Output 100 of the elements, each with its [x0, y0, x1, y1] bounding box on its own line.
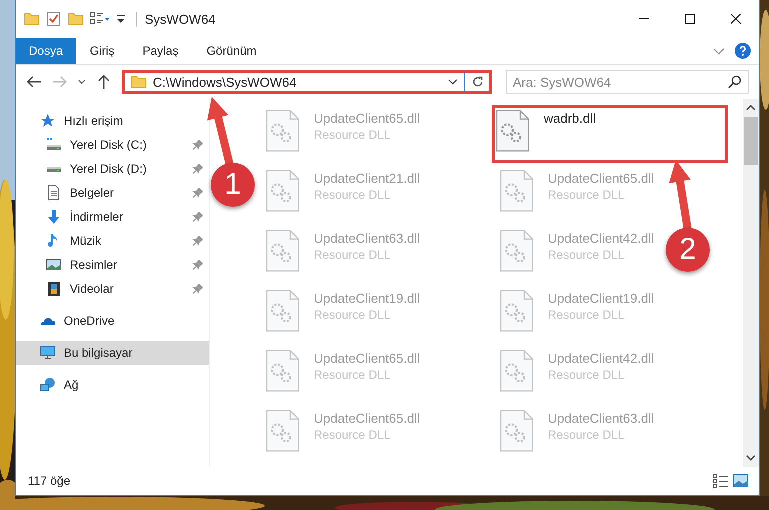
sidebar-item[interactable]: Bu bilgisayar — [16, 341, 209, 365]
large-icons-view-icon[interactable] — [733, 473, 749, 489]
file-type: Resource DLL — [548, 188, 626, 202]
sidebar-label: Bu bilgisayar — [64, 346, 133, 360]
ribbon-tab[interactable]: Giriş — [76, 38, 129, 64]
scroll-up-icon[interactable] — [746, 103, 756, 113]
dll-file-icon — [266, 349, 300, 393]
file-type: Resource DLL — [314, 308, 392, 322]
item-count: 117 öğe — [28, 474, 70, 488]
address-bar[interactable]: C:\Windows\SysWOW64 — [122, 70, 492, 94]
sidebar-label: Resimler — [70, 258, 118, 272]
sidebar-label: Ağ — [64, 378, 79, 392]
file-type: Resource DLL — [548, 428, 626, 442]
view-options-icon — [90, 11, 110, 27]
search-icon[interactable] — [728, 75, 742, 89]
dll-file-icon — [500, 169, 534, 213]
properties-icon — [46, 11, 62, 27]
sidebar-item[interactable]: Müzik — [16, 229, 209, 253]
file-type: Resource DLL — [314, 428, 392, 442]
network-icon — [40, 377, 56, 393]
file-type: Resource DLL — [314, 128, 392, 142]
folder-icon — [131, 74, 147, 90]
download-arrow-icon — [46, 209, 62, 225]
back-arrow-icon[interactable] — [26, 74, 42, 90]
sidebar-item[interactable]: Yerel Disk (C:) — [16, 133, 209, 157]
landscape-image-icon — [46, 257, 62, 273]
file-name: UpdateClient63.dll — [314, 231, 420, 246]
dropdown-chevron-icon[interactable] — [448, 77, 458, 87]
maximize-icon — [685, 14, 695, 24]
document-icon — [46, 185, 62, 201]
sidebar-item[interactable]: Hızlı erişim — [16, 109, 209, 133]
file-name: UpdateClient19.dll — [548, 291, 654, 306]
step-badge: 1 — [211, 163, 255, 207]
dll-file-icon — [266, 229, 300, 273]
ribbon-tab[interactable]: Görünüm — [192, 38, 271, 64]
file-type: Resource DLL — [548, 248, 626, 262]
file-name: wadrb.dll — [544, 111, 596, 126]
ribbon-tab[interactable]: Paylaş — [128, 38, 193, 64]
file-item[interactable]: wadrb.dll — [492, 105, 728, 163]
star-icon — [40, 113, 56, 129]
film-strip-icon — [46, 281, 62, 297]
dll-file-icon — [500, 229, 534, 273]
dll-file-icon — [500, 289, 534, 333]
file-name: UpdateClient42.dll — [548, 231, 654, 246]
file-name: UpdateClient65.dll — [314, 411, 420, 426]
dll-file-icon — [266, 289, 300, 333]
sidebar-item[interactable]: İndirmeler — [16, 205, 209, 229]
file-name: UpdateClient19.dll — [314, 291, 420, 306]
minimize-icon — [639, 18, 649, 20]
sidebar-item[interactable]: Ağ — [16, 373, 209, 397]
vertical-scrollbar[interactable] — [743, 99, 759, 467]
file-type: Resource DLL — [548, 308, 626, 322]
sidebar-label: OneDrive — [64, 314, 115, 328]
dll-file-icon — [500, 409, 534, 453]
sidebar-item[interactable]: OneDrive — [16, 309, 209, 333]
sidebar-item[interactable]: Videolar — [16, 277, 209, 301]
sidebar-label: Belgeler — [70, 186, 114, 200]
sidebar-item[interactable]: Yerel Disk (D:) — [16, 157, 209, 181]
file-type: Resource DLL — [314, 248, 392, 262]
dll-file-icon — [266, 169, 300, 213]
file-name: UpdateClient21.dll — [314, 171, 420, 186]
ribbon-tab[interactable]: Dosya — [16, 38, 76, 64]
arrow — [669, 160, 692, 231]
details-view-icon[interactable] — [713, 473, 729, 489]
drive-icon — [46, 166, 62, 172]
file-name: UpdateClient42.dll — [548, 351, 654, 366]
close-icon — [731, 14, 741, 24]
monitor-icon — [40, 345, 56, 361]
sidebar-label: Hızlı erişim — [64, 114, 124, 128]
address-path: C:\Windows\SysWOW64 — [153, 74, 298, 90]
scroll-down-icon[interactable] — [746, 453, 756, 463]
file-name: UpdateClient65.dll — [314, 351, 420, 366]
drive-icon — [46, 137, 62, 153]
sidebar-label: Yerel Disk (C:) — [70, 138, 147, 152]
sidebar-label: Videolar — [70, 282, 114, 296]
file-type: Resource DLL — [314, 188, 392, 202]
help-icon[interactable] — [735, 43, 751, 59]
sidebar-label: Müzik — [70, 234, 102, 248]
file-name: UpdateClient65.dll — [314, 111, 420, 126]
file-name: UpdateClient65.dll — [548, 171, 654, 186]
sidebar-label: İndirmeler — [70, 210, 124, 224]
recent-dropdown-icon[interactable] — [78, 78, 86, 86]
step-badge: 2 — [666, 228, 710, 272]
dll-file-icon — [496, 109, 530, 153]
refresh-icon[interactable] — [471, 75, 485, 89]
file-type: Resource DLL — [548, 368, 626, 382]
scrollbar-thumb[interactable] — [744, 117, 758, 165]
window-title: SysWOW64 — [136, 12, 216, 26]
sidebar-item[interactable]: Resimler — [16, 253, 209, 277]
arrow — [207, 97, 234, 166]
sidebar-label: Yerel Disk (D:) — [70, 162, 147, 176]
up-arrow-icon[interactable] — [96, 74, 112, 90]
dll-file-icon — [500, 349, 534, 393]
customize-dropdown-icon — [116, 14, 126, 24]
file-type: Resource DLL — [314, 368, 392, 382]
new-folder-icon — [68, 11, 84, 27]
sidebar-item[interactable]: Belgeler — [16, 181, 209, 205]
file-name: UpdateClient63.dll — [548, 411, 654, 426]
folder-icon — [24, 11, 40, 27]
search-field[interactable]: Ara: SysWOW64 — [506, 70, 749, 94]
